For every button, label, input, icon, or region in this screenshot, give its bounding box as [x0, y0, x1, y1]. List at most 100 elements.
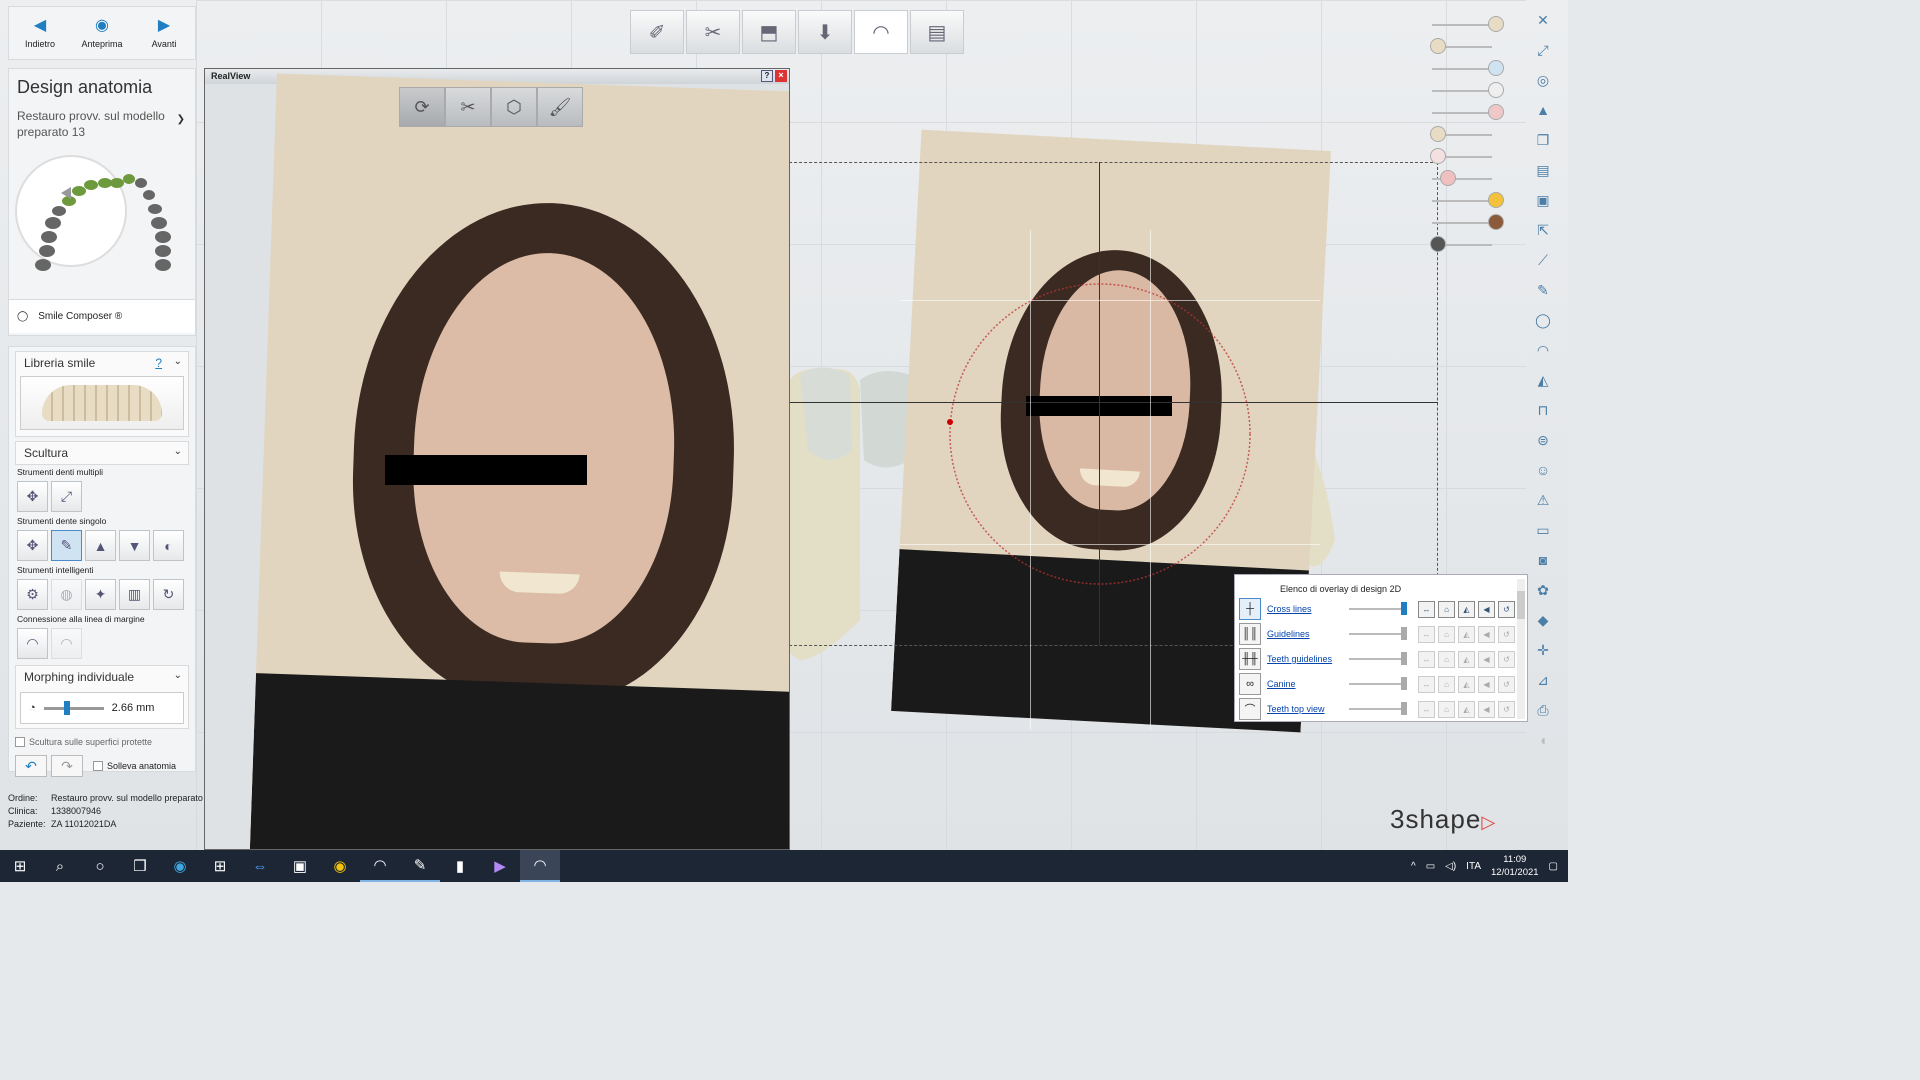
clock[interactable]: 11:09 12/01/2021 — [1491, 853, 1539, 879]
visibility-row[interactable] — [1424, 58, 1506, 80]
canine-icon[interactable]: ∞ — [1239, 673, 1261, 695]
lock-icon[interactable]: ⌂ — [1438, 650, 1455, 668]
smart-tool-4[interactable]: ▥ — [119, 579, 150, 610]
visibility-row[interactable] — [1424, 234, 1506, 256]
smile-library-preview[interactable] — [20, 376, 184, 430]
fullscreen-icon[interactable]: ⤢ — [1530, 38, 1556, 62]
close-button[interactable]: × — [775, 70, 787, 82]
mirror-icon[interactable]: ◭ — [1458, 700, 1475, 718]
material-icon[interactable]: ◖ — [1530, 728, 1556, 752]
smart-tool-3[interactable]: ✦ — [85, 579, 116, 610]
single-transform-tool[interactable]: ✥ — [17, 530, 48, 561]
reset-icon[interactable]: ↺ — [1498, 675, 1515, 693]
reset-icon[interactable]: ↺ — [1498, 650, 1515, 668]
visibility-row[interactable] — [1424, 80, 1506, 102]
visibility-row[interactable] — [1424, 146, 1506, 168]
edge-icon[interactable]: ◉ — [160, 850, 200, 882]
chevron-down-icon[interactable]: ⌄ — [174, 446, 182, 457]
smart-tool-5[interactable]: ↻ — [153, 579, 184, 610]
smile-composer-item[interactable]: ◯ Smile Composer ® — [9, 299, 195, 333]
tooth-arch-map[interactable] — [13, 153, 183, 281]
smile-composer-app-icon[interactable]: ◠ — [520, 850, 560, 882]
visibility-row[interactable] — [1424, 168, 1506, 190]
visibility-row[interactable] — [1424, 190, 1506, 212]
opacity-slider[interactable] — [1349, 627, 1407, 640]
morphing-slider[interactable] — [43, 700, 104, 715]
mirror-icon[interactable]: ◭ — [1458, 600, 1475, 618]
prep-step-icon[interactable]: ✐ — [630, 10, 684, 54]
visibility-row[interactable] — [1424, 124, 1506, 146]
overlay-label[interactable]: Guidelines — [1267, 629, 1349, 639]
help-link[interactable]: ? — [155, 356, 162, 370]
teeth-guidelines-icon[interactable]: ╫╫ — [1239, 648, 1261, 670]
warning-icon[interactable]: ⚠ — [1530, 488, 1556, 512]
add-material-tool[interactable]: ▲ — [85, 530, 116, 561]
scissors-icon[interactable]: ✂ — [445, 87, 491, 127]
opacity-slider[interactable] — [1349, 702, 1407, 715]
single-sculpt-tool[interactable]: ✎ — [51, 530, 82, 561]
flip-icon[interactable]: ◀ — [1478, 700, 1495, 718]
insertion-step-icon[interactable]: ⬒ — [742, 10, 796, 54]
store-icon[interactable]: ⊞ — [200, 850, 240, 882]
smart-tool-1[interactable]: ⚙ — [17, 579, 48, 610]
lift-anatomy-checkbox[interactable] — [93, 761, 103, 771]
visibility-row[interactable] — [1424, 36, 1506, 58]
overlay-label[interactable]: Teeth guidelines — [1267, 654, 1349, 664]
chevron-down-icon[interactable]: ⌄ — [174, 670, 182, 681]
lock-icon[interactable]: ⌂ — [1438, 600, 1455, 618]
trim-step-icon[interactable]: ✂ — [686, 10, 740, 54]
teeth-top-view-icon[interactable]: ⌒ — [1239, 698, 1261, 720]
fit-icon[interactable]: ↔ — [1418, 700, 1435, 718]
restoration-selector[interactable]: Restauro provv. sul modello preparato 13… — [9, 98, 195, 140]
flip-icon[interactable]: ◀ — [1478, 625, 1495, 643]
cortana-icon[interactable]: ○ — [80, 850, 120, 882]
fit-icon[interactable]: ↔ — [1418, 600, 1435, 618]
dental-system-icon[interactable]: ◠ — [360, 850, 400, 882]
forward-button[interactable]: ▶ Avanti — [133, 7, 195, 59]
finish-step-icon[interactable]: ▤ — [910, 10, 964, 54]
redo-button[interactable]: ↷ — [51, 755, 83, 777]
globe-icon[interactable]: ◎ — [1530, 68, 1556, 92]
designer-icon[interactable]: ✎ — [400, 850, 440, 882]
anatomy-step-icon[interactable]: ◠ — [854, 10, 908, 54]
overlay-scrollbar[interactable] — [1517, 579, 1525, 719]
multi-transform-tool[interactable]: ✥ — [17, 481, 48, 512]
palette-icon[interactable]: ✿ — [1530, 578, 1556, 602]
back-button[interactable]: ◀ Indietro — [9, 7, 71, 59]
mirror-icon[interactable]: ◭ — [1458, 650, 1475, 668]
protect-checkbox[interactable]: Scultura sulle superfici protette — [9, 733, 195, 751]
fit-icon[interactable]: ↔ — [1418, 625, 1435, 643]
camera-icon[interactable]: ◙ — [1530, 548, 1556, 572]
flip-icon[interactable]: ◀ — [1478, 600, 1495, 618]
gum-icon[interactable]: ◭ — [1530, 368, 1556, 392]
tooth-icon[interactable]: ◠ — [1530, 338, 1556, 362]
preview-button[interactable]: ◉ Anteprima — [71, 7, 133, 59]
reset-icon[interactable]: ↺ — [1498, 600, 1515, 618]
visibility-row[interactable] — [1424, 14, 1506, 36]
notification-icon[interactable]: ▢ — [1549, 861, 1558, 872]
network-icon[interactable]: ▭ — [1426, 861, 1435, 872]
refresh-icon[interactable]: ⟳ — [399, 87, 445, 127]
screen-icon[interactable]: ▭ — [1530, 518, 1556, 542]
close-view-icon[interactable]: ✕ — [1530, 8, 1556, 32]
graduate-icon[interactable]: ▲ — [1530, 98, 1556, 122]
search-icon[interactable]: ⌕ — [40, 850, 80, 882]
copy-icon[interactable]: ❐ — [1530, 128, 1556, 152]
chevron-up-icon[interactable]: ^ — [1411, 861, 1416, 872]
cube-icon[interactable]: ◆ — [1530, 608, 1556, 632]
overlay-label[interactable]: Cross lines — [1267, 604, 1349, 614]
help-button[interactable]: ? — [761, 70, 773, 82]
axis-icon[interactable]: ✛ — [1530, 638, 1556, 662]
chrome-icon[interactable]: ◉ — [320, 850, 360, 882]
photos-icon[interactable]: ▣ — [280, 850, 320, 882]
fit-icon[interactable]: ↔ — [1418, 650, 1435, 668]
ruler-icon[interactable]: ⊿ — [1530, 668, 1556, 692]
brush-icon[interactable]: 🖌 — [537, 87, 583, 127]
implant-icon[interactable]: ⊜ — [1530, 428, 1556, 452]
fit-icon[interactable]: ↔ — [1418, 675, 1435, 693]
multi-scale-tool[interactable]: ⤢ — [51, 481, 82, 512]
guidelines-icon[interactable]: ║║ — [1239, 623, 1261, 645]
overlay-label[interactable]: Teeth top view — [1267, 704, 1349, 714]
cross-lines-icon[interactable]: ┼ — [1239, 598, 1261, 620]
media-player-icon[interactable]: ▶ — [480, 850, 520, 882]
